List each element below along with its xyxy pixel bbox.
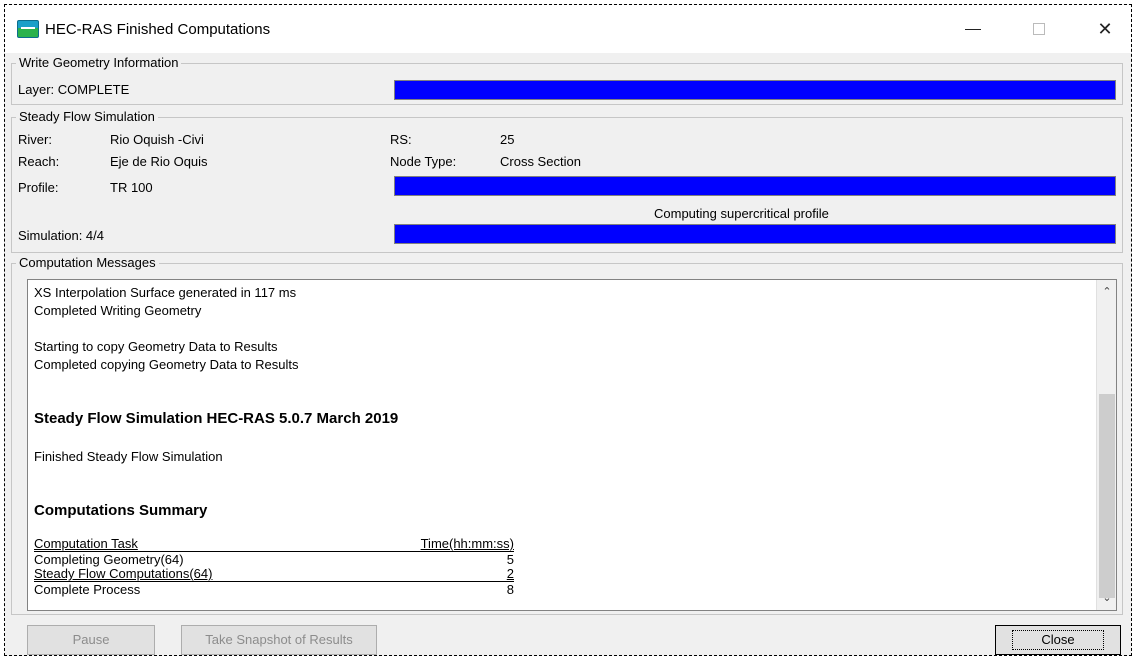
message-line: XS Interpolation Surface generated in 11… — [34, 285, 297, 300]
simulation-progress-bar — [394, 224, 1116, 244]
summary-header-time: Time(hh:mm:ss) — [420, 536, 514, 551]
profile-progress-bar — [394, 176, 1116, 196]
messages-group-legend: Computation Messages — [16, 255, 159, 270]
rs-value: 25 — [500, 132, 515, 147]
summary-task: Completing Geometry(64) — [34, 552, 184, 567]
maximize-icon — [1033, 23, 1045, 35]
message-line: Completed Writing Geometry — [34, 303, 202, 318]
summary-header-row: Computation Task Time(hh:mm:ss) — [34, 536, 514, 551]
messages-content: XS Interpolation Surface generated in 11… — [34, 284, 1084, 522]
node-type-value: Cross Section — [500, 154, 581, 169]
take-snapshot-button[interactable]: Take Snapshot of Results — [181, 625, 377, 655]
layer-label: Layer: COMPLETE — [18, 82, 130, 97]
message-line — [34, 484, 1084, 502]
rs-label: RS: — [390, 132, 412, 147]
computation-messages-box[interactable]: XS Interpolation Surface generated in 11… — [27, 279, 1117, 611]
summary-time: 2 — [506, 566, 514, 581]
title-bar[interactable]: HEC-RAS Finished Computations ✕ — [5, 5, 1131, 53]
close-icon: ✕ — [1097, 19, 1113, 39]
scrollbar-thumb[interactable] — [1099, 394, 1115, 598]
finished-message: Finished Steady Flow Simulation — [34, 449, 223, 464]
window-title: HEC-RAS Finished Computations — [45, 21, 271, 38]
geometry-progress-fill — [395, 81, 1115, 99]
summary-row: Completing Geometry(64) 5 — [34, 551, 514, 567]
pause-button[interactable]: Pause — [27, 625, 155, 655]
summary-header-task: Computation Task — [34, 536, 138, 551]
message-line — [34, 392, 1084, 410]
river-value: Rio Oquish -Civi — [110, 132, 204, 147]
node-type-label: Node Type: — [390, 154, 457, 169]
summary-heading: Computations Summary — [34, 502, 208, 519]
steady-flow-group: Steady Flow Simulation River: Rio Oquish… — [11, 109, 1123, 253]
summary-time: 8 — [506, 582, 514, 597]
profile-value: TR 100 — [110, 180, 153, 195]
river-label: River: — [18, 132, 52, 147]
profile-label: Profile: — [18, 180, 59, 195]
scroll-down-icon[interactable]: ⌄ — [1097, 588, 1116, 608]
window-close-button[interactable]: ✕ — [1083, 15, 1127, 43]
summary-task: Complete Process — [34, 582, 141, 597]
dialog-window: HEC-RAS Finished Computations ✕ Write Ge… — [4, 4, 1132, 656]
message-line — [34, 374, 1084, 392]
summary-row: Complete Process 8 — [34, 581, 514, 597]
summary-time: 5 — [506, 552, 514, 567]
vertical-scrollbar[interactable]: ⌃ ⌄ — [1096, 280, 1116, 610]
close-button[interactable]: Close — [995, 625, 1121, 655]
profile-progress-fill — [395, 177, 1115, 195]
minimize-icon — [965, 29, 981, 30]
geometry-group-legend: Write Geometry Information — [16, 55, 182, 70]
simulation-progress-fill — [395, 225, 1115, 243]
geometry-group: Write Geometry Information Layer: COMPLE… — [11, 55, 1123, 105]
maximize-button[interactable] — [1017, 15, 1061, 43]
hec-ras-app-icon — [17, 20, 39, 38]
reach-label: Reach: — [18, 154, 60, 169]
computations-summary-table: Computation Task Time(hh:mm:ss) Completi… — [34, 536, 514, 597]
message-line — [34, 320, 1084, 338]
geometry-progress-bar — [394, 80, 1116, 100]
summary-row: Steady Flow Computations(64) 2 — [34, 566, 514, 581]
reach-value: Eje de Rio Oquis — [110, 154, 208, 169]
steady-flow-group-legend: Steady Flow Simulation — [16, 109, 158, 124]
message-line — [34, 430, 1084, 448]
simulation-label: Simulation: 4/4 — [18, 228, 104, 243]
close-button-label: Close — [1012, 630, 1104, 650]
summary-task: Steady Flow Computations(64) — [34, 566, 213, 581]
simulation-heading: Steady Flow Simulation HEC-RAS 5.0.7 Mar… — [34, 410, 399, 427]
status-text: Computing supercritical profile — [654, 206, 829, 221]
minimize-button[interactable] — [951, 15, 995, 43]
message-line — [34, 466, 1084, 484]
message-line: Completed copying Geometry Data to Resul… — [34, 357, 299, 372]
message-line: Starting to copy Geometry Data to Result… — [34, 339, 278, 354]
scroll-up-icon[interactable]: ⌃ — [1097, 282, 1116, 302]
